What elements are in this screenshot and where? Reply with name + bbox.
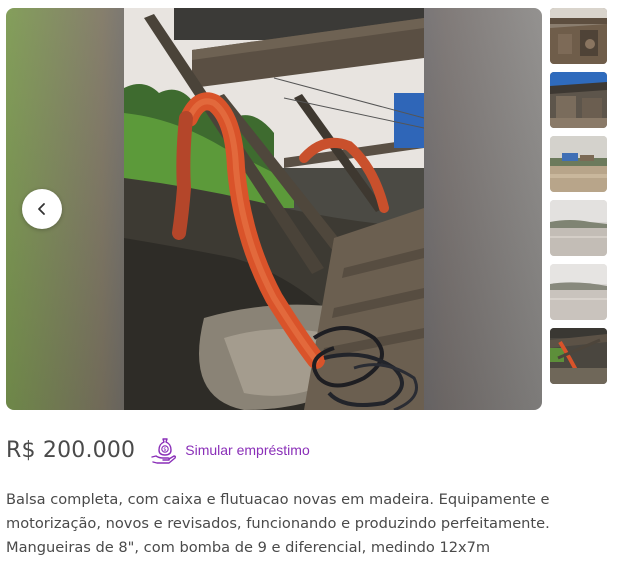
thumbnail-6[interactable]: [550, 328, 607, 384]
photo-river-boat-icon: [550, 136, 607, 192]
chevron-left-icon: [38, 203, 45, 215]
thumbnail-strip: [550, 8, 607, 392]
photo-hoses-icon: [550, 328, 607, 384]
price-row: R$ 200.000 $ Simular empréstimo: [6, 433, 310, 467]
photo-dredge-deck-icon: [550, 8, 607, 64]
listing-description: Balsa completa, com caixa e flutuacao no…: [6, 491, 550, 556]
photo-gallery: [6, 8, 542, 410]
simulate-loan-label[interactable]: Simular empréstimo: [185, 442, 309, 458]
photo-river-shore-2-icon: [550, 264, 607, 320]
photo-dredge-engine-icon: [550, 72, 607, 128]
previous-photo-button[interactable]: [22, 189, 62, 229]
money-bag-hand-icon: $: [149, 435, 179, 465]
thumbnail-1[interactable]: [550, 8, 607, 64]
thumbnail-3[interactable]: [550, 136, 607, 192]
thumbnail-4[interactable]: [550, 200, 607, 256]
thumbnail-5[interactable]: [550, 264, 607, 320]
listing-price: R$ 200.000: [6, 437, 136, 463]
main-photo[interactable]: [124, 8, 424, 410]
svg-text:$: $: [164, 447, 167, 453]
thumbnail-2[interactable]: [550, 72, 607, 128]
simulate-loan-link[interactable]: $ Simular empréstimo: [149, 435, 310, 465]
photo-river-shore-icon: [550, 200, 607, 256]
